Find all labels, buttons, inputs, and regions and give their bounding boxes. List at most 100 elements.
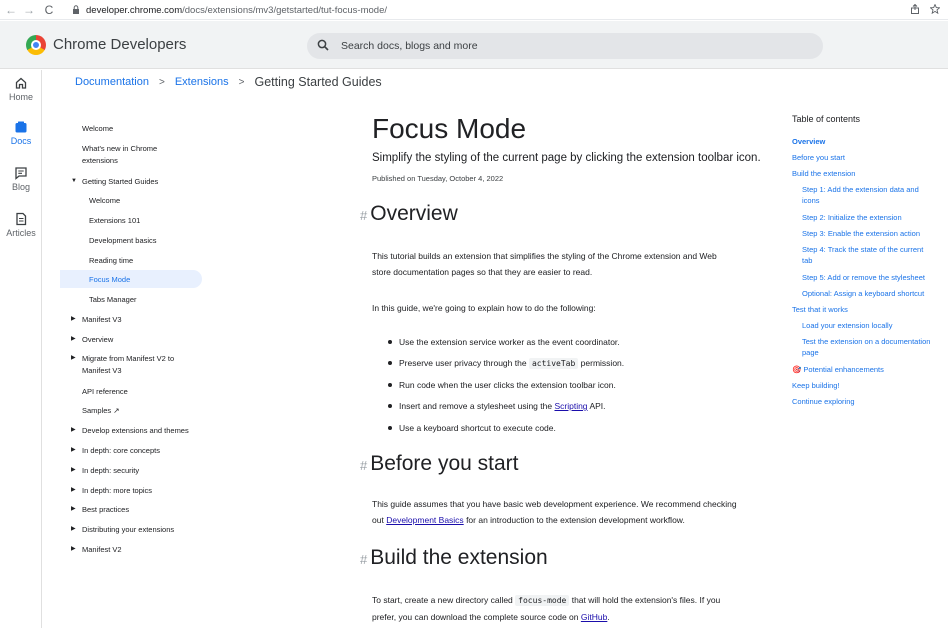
toc-item-load-locally[interactable]: Load your extension locally	[802, 320, 948, 331]
chrome-logo[interactable]	[26, 35, 46, 55]
search-icon	[317, 39, 331, 54]
text-span: permission.	[580, 358, 625, 368]
site-header: Chrome Developers Search docs, blogs and…	[0, 21, 948, 69]
text-span: that will hold the extension's files. If…	[571, 595, 721, 605]
breadcrumb-documentation[interactable]: Documentation	[75, 76, 149, 88]
toc-item-optional-shortcut[interactable]: Optional: Assign a keyboard shortcut	[802, 288, 948, 299]
rail-label: Home	[8, 92, 33, 102]
text-span: API.	[589, 401, 606, 411]
scripting-link[interactable]: Scripting	[554, 401, 587, 411]
list-item-text: Run code when the user clicks the extens…	[399, 380, 616, 390]
inline-code: focus-mode	[515, 595, 570, 606]
anchor-hash[interactable]: #	[360, 458, 367, 473]
blog-icon	[14, 166, 28, 180]
nav-label: Welcome	[82, 124, 114, 133]
toc-item-step-1[interactable]: Step 1: Add the extension data and	[802, 184, 948, 195]
development-basics-link[interactable]: Development Basics	[386, 515, 463, 525]
heading-overview[interactable]: # Overview	[360, 202, 458, 226]
rail-label: Articles	[6, 228, 36, 238]
heading-build-the-extension[interactable]: # Build the extension	[360, 546, 548, 570]
nav-label: Manifest V3	[82, 315, 122, 324]
overview-paragraph: This tutorial builds an extension that s…	[372, 248, 784, 280]
rail-label: Docs	[10, 136, 32, 146]
reload-button[interactable]: C	[42, 0, 56, 20]
text-span: .	[607, 612, 610, 622]
toc-item-step-2[interactable]: Step 2: Initialize the extension	[802, 212, 948, 223]
share-icon[interactable]	[910, 3, 920, 17]
toc-item-step-1-cont[interactable]: icons	[802, 195, 948, 206]
toc-item-step-3[interactable]: Step 3: Enable the extension action	[802, 228, 948, 239]
star-icon[interactable]	[929, 2, 941, 17]
anchor-hash[interactable]: #	[360, 208, 367, 223]
page-subtitle: Simplify the styling of the current page…	[372, 152, 761, 164]
site-title[interactable]: Chrome Developers	[53, 36, 186, 53]
nav-label: What's new in Chrome	[82, 144, 158, 153]
rail-item-docs[interactable]: Docs	[0, 120, 42, 146]
nav-label: Samples ↗	[82, 406, 120, 415]
articles-icon	[14, 212, 28, 226]
breadcrumb-extensions[interactable]: Extensions	[175, 76, 229, 88]
toc-item-step-4[interactable]: Step 4: Track the state of the current	[802, 244, 948, 255]
nav-label: In depth: security	[82, 466, 140, 475]
caret-right-icon: ▶	[71, 427, 76, 433]
toc-item-keep-building[interactable]: Keep building!	[792, 380, 948, 391]
nav-label: Focus Mode	[89, 275, 131, 284]
rail-item-home[interactable]: Home	[0, 76, 42, 102]
search-placeholder: Search docs, blogs and more	[341, 40, 478, 52]
breadcrumb-current: Getting Started Guides	[254, 75, 382, 89]
nav-label: Development basics	[89, 236, 157, 245]
caret-right-icon: ▶	[71, 336, 76, 342]
nav-label: extensions	[82, 156, 118, 165]
heading-before-you-start[interactable]: # Before you start	[360, 452, 518, 476]
toc-item-step-4-cont[interactable]: tab	[802, 255, 948, 266]
forward-button[interactable]: →	[22, 0, 36, 20]
github-link[interactable]: GitHub	[581, 612, 607, 622]
toc-item-overview[interactable]: Overview	[792, 136, 948, 147]
toc-item-step-5[interactable]: Step 5: Add or remove the stylesheet	[802, 272, 948, 283]
page-title: Focus Mode	[372, 113, 527, 144]
toc-item-build-the-extension[interactable]: Build the extension	[792, 168, 948, 179]
nav-label: Extensions 101	[89, 216, 141, 225]
anchor-hash[interactable]: #	[360, 552, 367, 567]
toc-item-test-that-it-works[interactable]: Test that it works	[792, 304, 948, 315]
toc-item-test-on-docs-cont[interactable]: page	[802, 347, 948, 358]
caret-right-icon: ▶	[71, 526, 76, 532]
caret-right-icon: ▶	[71, 355, 76, 361]
nav-label: Best practices	[82, 505, 130, 514]
list-item-text: Use the extension service worker as the …	[399, 337, 620, 347]
address-bar[interactable]: developer.chrome.com/docs/extensions/mv3…	[72, 1, 387, 19]
back-button[interactable]: ←	[4, 0, 18, 20]
left-rail: Home Docs Blog Articles	[0, 70, 42, 628]
nav-label: API reference	[82, 387, 128, 396]
nav-label: Manifest V3	[82, 366, 122, 375]
lock-icon	[72, 4, 80, 16]
toc-item-continue-exploring[interactable]: Continue exploring	[792, 396, 948, 407]
nav-label: In depth: core concepts	[82, 446, 160, 455]
build-paragraph: To start, create a new directory called …	[372, 592, 784, 625]
published-date: Published on Tuesday, October 4, 2022	[372, 174, 504, 183]
url-host: developer.chrome.com	[86, 4, 183, 16]
caret-down-icon: ▼	[71, 178, 77, 184]
nav-label: Distributing your extensions	[82, 525, 175, 534]
toc-item-potential-enhancements[interactable]: 🎯 Potential enhancements	[792, 364, 948, 375]
text-span: prefer, you can download the complete so…	[372, 612, 579, 622]
caret-right-icon: ▶	[71, 506, 76, 512]
caret-right-icon: ▶	[71, 467, 76, 473]
rail-item-blog[interactable]: Blog	[0, 166, 42, 192]
rail-item-articles[interactable]: Articles	[0, 212, 42, 238]
heading-text: Before you start	[370, 452, 519, 475]
toc-title: Table of contents	[792, 114, 861, 124]
toc-item-test-on-docs[interactable]: Test the extension on a documentation	[802, 336, 948, 347]
text-span: Insert and remove a stylesheet using the	[399, 401, 553, 411]
caret-right-icon: ▶	[71, 316, 76, 322]
nav-label: Welcome	[89, 196, 121, 205]
nav-item-focus-mode[interactable]: Focus Mode	[60, 270, 202, 288]
nav-label: Manifest V2	[82, 545, 122, 554]
text-span: Preserve user privacy through the	[399, 358, 527, 368]
caret-right-icon: ▶	[71, 447, 76, 453]
heading-text: Overview	[370, 202, 458, 225]
toc-item-before-you-start[interactable]: Before you start	[792, 152, 948, 163]
before-paragraph: This guide assumes that you have basic w…	[372, 496, 784, 528]
text-span: To start, create a new directory called	[372, 595, 513, 605]
search-box[interactable]: Search docs, blogs and more	[307, 33, 823, 59]
